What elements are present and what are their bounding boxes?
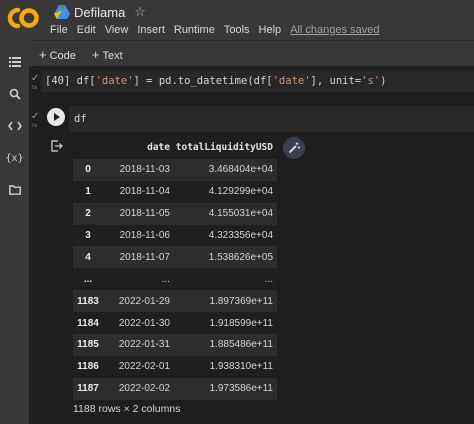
code-cell-2[interactable]: ✓ 0s df [29, 106, 474, 132]
output-actions-icon[interactable] [51, 140, 63, 152]
table-row: 3 2018-11-06 4.323356e+04 [73, 224, 277, 247]
date-cell: 2018-11-06 [103, 224, 174, 247]
row-index: 3 [73, 224, 103, 247]
date-cell: 2022-02-01 [103, 355, 174, 378]
magic-wand-button[interactable] [283, 137, 305, 159]
liquidity-cell: 1.973586e+11 [174, 377, 277, 400]
code-token: ] = pd.to_datetime(df[ [133, 75, 273, 87]
liquidity-cell: 3.468404e+04 [174, 158, 277, 181]
title-row: Defilama ☆ [54, 3, 146, 21]
execution-time: 0s [32, 85, 38, 91]
code-cell-1[interactable]: ✓ 0s [40] df['date'] = pd.to_datetime(df… [29, 66, 474, 96]
left-sidebar: {x} [0, 40, 29, 424]
dataframe-shape: 1188 rows × 2 columns [73, 403, 181, 415]
row-index: 1183 [73, 290, 103, 313]
code-token: df[ [76, 75, 96, 87]
date-cell: ... [103, 268, 174, 291]
table-row: 0 2018-11-03 3.468404e+04 [73, 158, 277, 181]
table-row: 1185 2022-01-31 1.885486e+11 [73, 334, 277, 356]
code-editor-2[interactable]: df [69, 106, 474, 132]
colab-logo[interactable] [6, 5, 40, 31]
date-cell: 2018-11-03 [103, 158, 174, 181]
table-row: 1 2018-11-04 4.129299e+04 [73, 180, 277, 203]
liquidity-cell: 4.323356e+04 [174, 224, 277, 247]
liquidity-cell: 4.129299e+04 [174, 180, 277, 203]
code-token: ) [380, 75, 387, 87]
row-index: 1185 [73, 334, 103, 356]
row-index: 1184 [73, 312, 103, 335]
code-token: ], unit= [310, 75, 362, 87]
menu-insert[interactable]: Insert [137, 24, 165, 36]
cell-prompt: [40] [45, 75, 71, 87]
execution-time: 0s [32, 123, 38, 129]
date-cell: 2022-01-30 [103, 312, 174, 335]
magic-wand-icon [288, 142, 300, 154]
liquidity-header: totalLiquidityUSD [174, 137, 277, 159]
drive-icon [54, 5, 70, 19]
liquidity-cell: ... [174, 268, 277, 291]
table-row: 1186 2022-02-01 1.938310e+11 [73, 355, 277, 378]
row-index: 2 [73, 202, 103, 225]
menu-view[interactable]: View [105, 24, 129, 36]
add-code-label: Code [49, 49, 76, 62]
index-header [73, 137, 103, 159]
liquidity-cell: 1.938310e+11 [174, 355, 277, 378]
date-cell: 2022-02-02 [103, 377, 174, 400]
table-row: 1187 2022-02-02 1.973586e+11 [73, 377, 277, 400]
toc-icon[interactable] [0, 52, 29, 72]
row-index: 4 [73, 246, 103, 269]
menu-edit[interactable]: Edit [77, 24, 96, 36]
search-icon[interactable] [0, 84, 29, 104]
plus-icon: + [39, 46, 47, 62]
menu-bar: File Edit View Insert Runtime Tools Help… [50, 22, 379, 38]
table-row-ellipsis: ......... [73, 268, 277, 291]
table-header-row: date totalLiquidityUSD [73, 137, 277, 159]
row-index: 1186 [73, 355, 103, 378]
date-header: date [103, 137, 174, 159]
table-row: 2 2018-11-05 4.155031e+04 [73, 202, 277, 225]
star-icon[interactable]: ☆ [134, 4, 146, 20]
notebook-toolbar: + Code + Text [29, 40, 474, 67]
liquidity-cell: 4.155031e+04 [174, 202, 277, 225]
table-row: 1184 2022-01-30 1.918599e+11 [73, 312, 277, 335]
menu-help[interactable]: Help [259, 24, 282, 36]
add-text-button[interactable]: + Text [92, 47, 123, 62]
table-row: 1183 2022-01-29 1.897369e+11 [73, 290, 277, 313]
app-header: Defilama ☆ File Edit View Insert Runtime… [0, 0, 474, 40]
run-cell-button[interactable] [47, 108, 65, 126]
code-token: 'date' [95, 75, 134, 87]
date-cell: 2018-11-05 [103, 202, 174, 225]
table-row: 4 2018-11-07 1.538626e+05 [73, 246, 277, 269]
notebook-area: ✓ 0s [40] df['date'] = pd.to_datetime(df… [29, 66, 474, 424]
plus-icon: + [91, 46, 100, 62]
liquidity-cell: 1.538626e+05 [174, 246, 277, 269]
liquidity-cell: 1.885486e+11 [174, 334, 277, 356]
row-index: 1 [73, 180, 103, 203]
liquidity-cell: 1.918599e+11 [174, 312, 277, 335]
add-text-label: Text [102, 49, 123, 62]
menu-tools[interactable]: Tools [224, 24, 250, 36]
menu-runtime[interactable]: Runtime [174, 24, 215, 36]
add-code-button[interactable]: + Code [39, 47, 76, 62]
menu-file[interactable]: File [50, 24, 68, 36]
row-index: 1187 [73, 377, 103, 400]
date-cell: 2018-11-07 [103, 246, 174, 269]
code-token: 's' [361, 75, 381, 87]
date-cell: 2022-01-31 [103, 334, 174, 356]
code-token: 'date' [272, 75, 311, 87]
code-editor-1[interactable]: [40] df['date'] = pd.to_datetime(df['dat… [41, 70, 474, 92]
row-index: 0 [73, 158, 103, 181]
save-status-link[interactable]: All changes saved [290, 24, 379, 36]
variables-icon[interactable]: {x} [0, 148, 29, 168]
row-index: ... [73, 268, 103, 291]
code-snippets-icon[interactable] [0, 116, 29, 136]
check-icon: ✓ [31, 111, 40, 122]
date-cell: 2018-11-04 [103, 180, 174, 203]
files-icon[interactable] [0, 180, 29, 200]
dataframe-table: date totalLiquidityUSD 0 2018-11-03 3.4684… [73, 137, 277, 400]
document-title[interactable]: Defilama [74, 5, 125, 20]
date-cell: 2022-01-29 [103, 290, 174, 313]
liquidity-cell: 1.897369e+11 [174, 290, 277, 313]
check-icon: ✓ [31, 73, 40, 84]
